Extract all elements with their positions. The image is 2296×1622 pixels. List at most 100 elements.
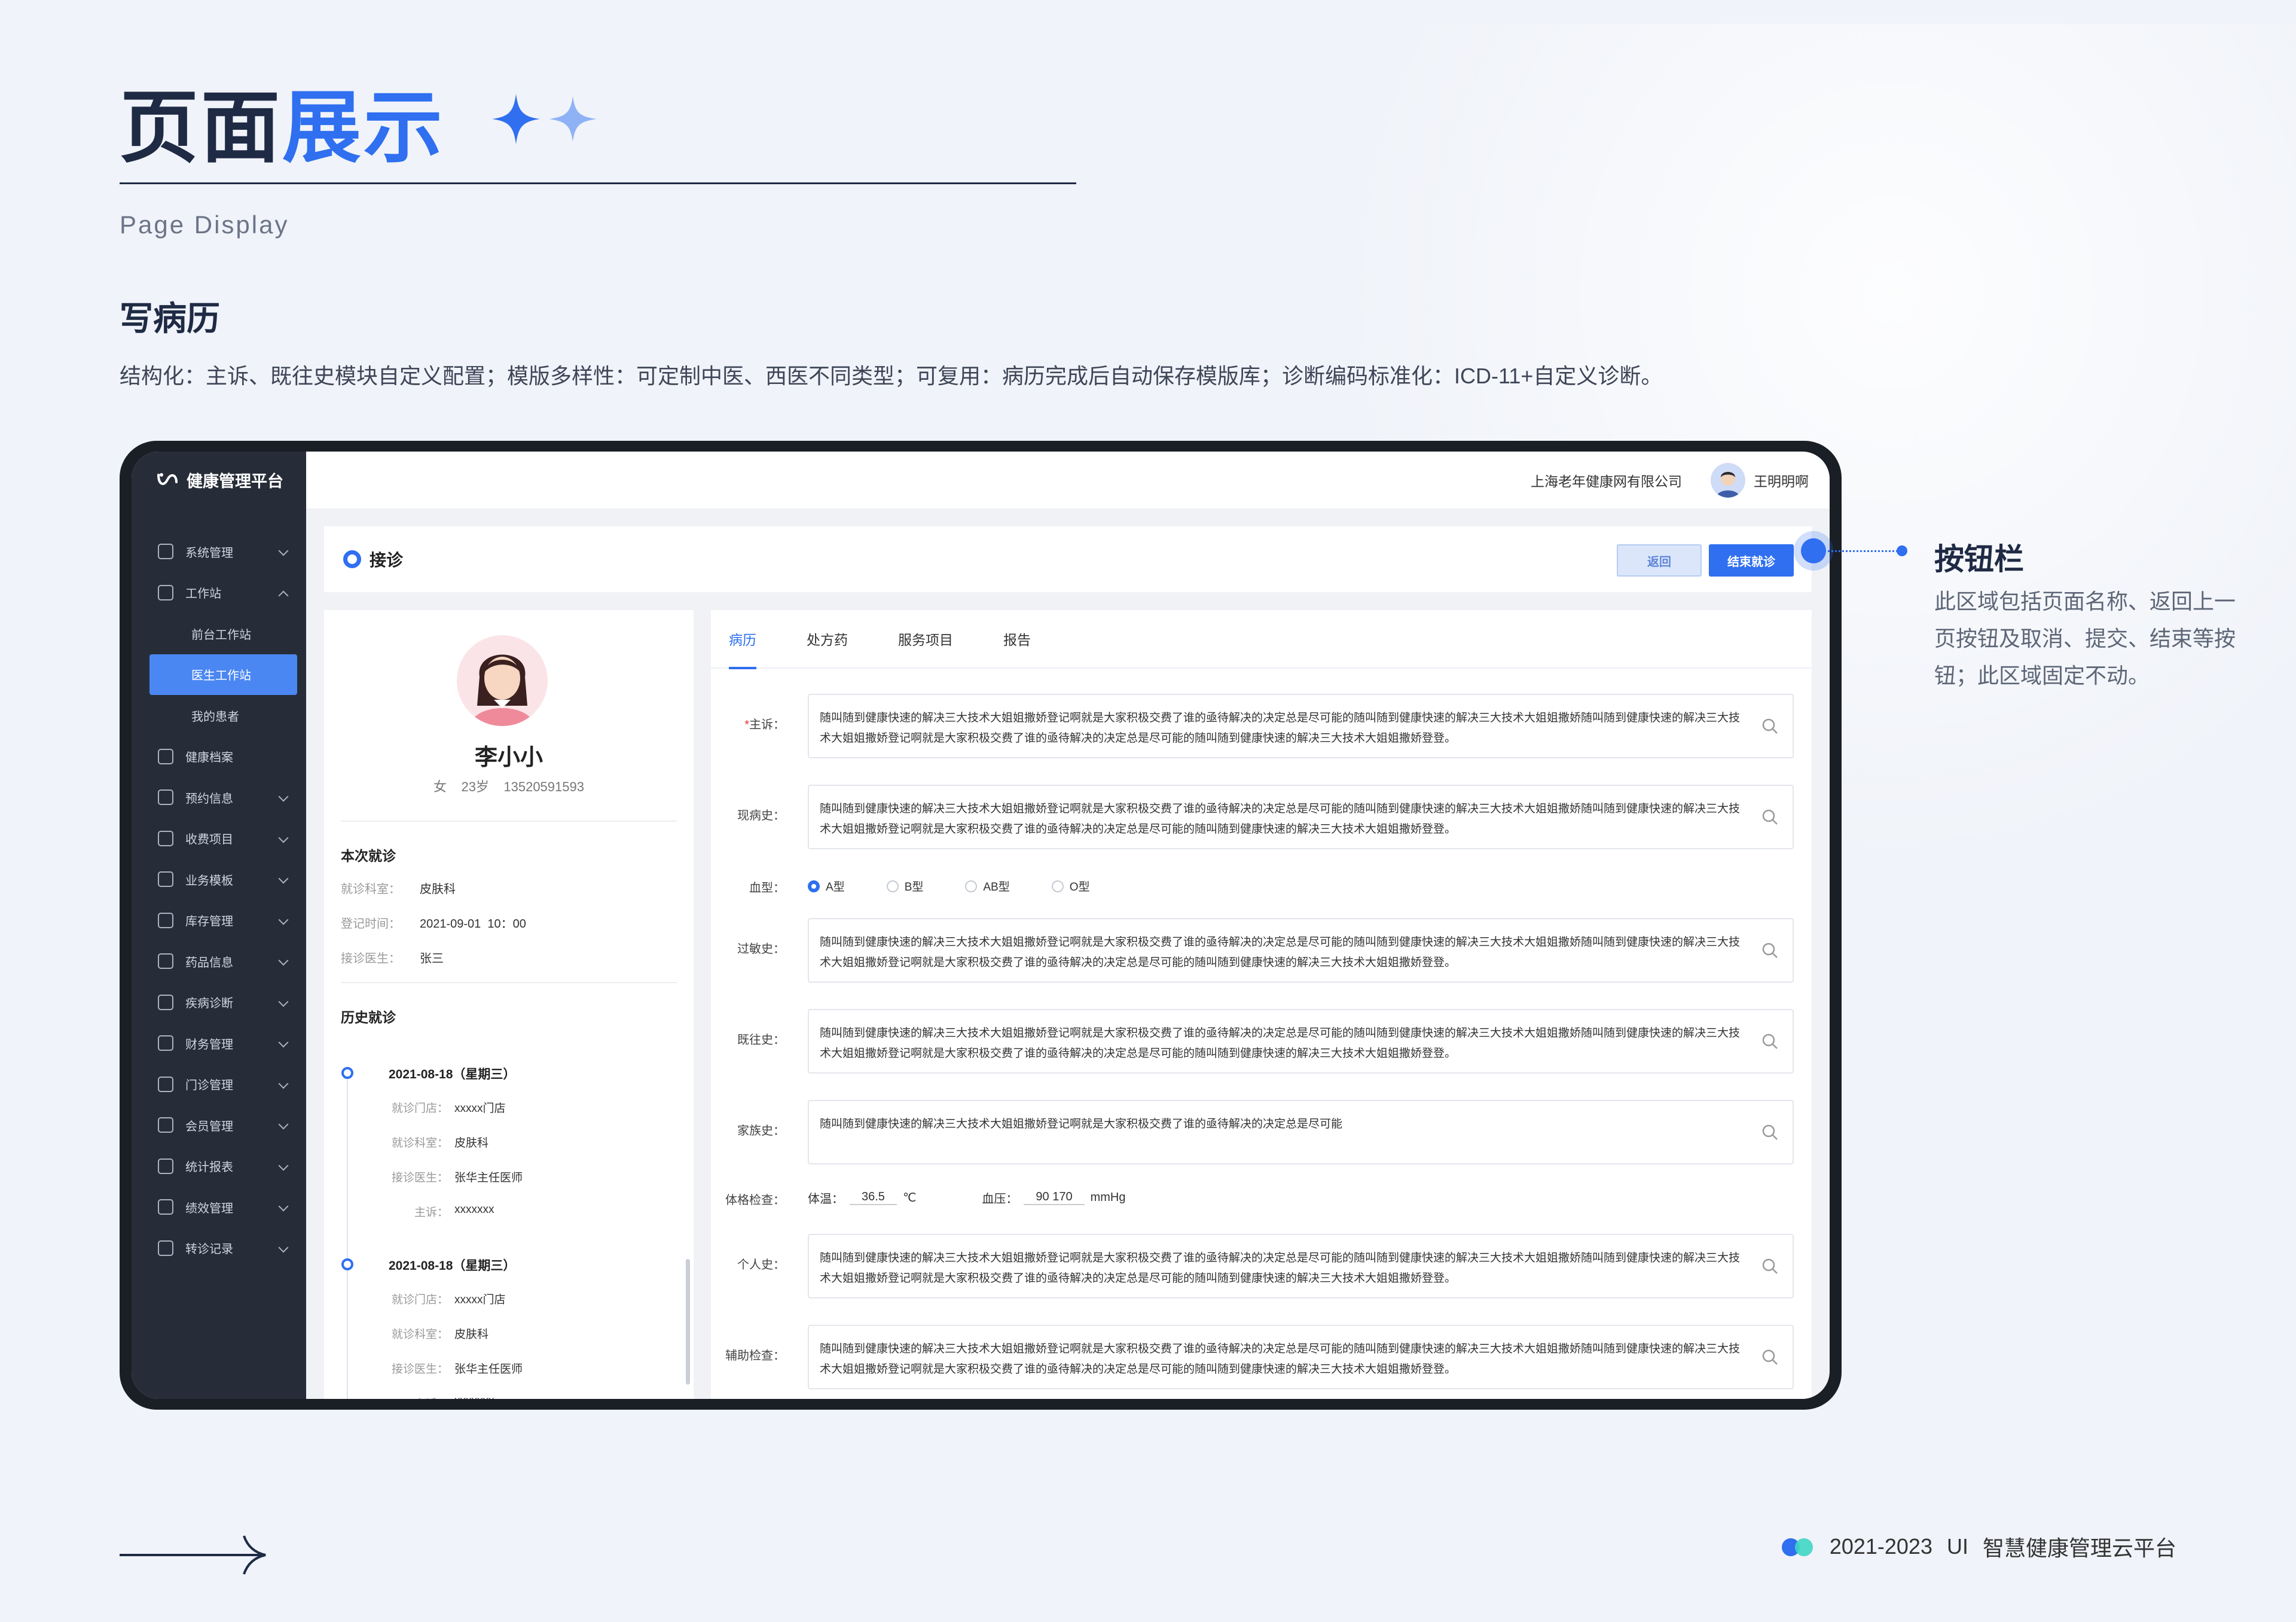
sidebar-item[interactable]: 医生工作站 <box>149 654 297 695</box>
tab[interactable]: 病历 <box>729 610 756 669</box>
history-field: 就诊科室： 皮肤科 <box>391 1137 489 1150</box>
footer-product: 智慧健康管理云平台 <box>1982 1536 2176 1560</box>
app-logo[interactable]: 健康管理平台 <box>132 452 306 508</box>
radio-icon <box>965 880 978 892</box>
search-icon[interactable] <box>1761 942 1778 959</box>
past-label: 既往史： <box>737 1033 785 1047</box>
blood-type-option[interactable]: AB型 <box>965 878 1010 894</box>
tab[interactable]: 服务项目 <box>898 610 953 668</box>
search-icon[interactable] <box>1761 809 1778 825</box>
blood-pressure-input[interactable]: 90 170 <box>1024 1190 1085 1205</box>
present-illness-field[interactable]: 随叫随到健康快速的解决三大技术大姐姐撒娇登记啊就是大家积极交费了谁的亟待解决的决… <box>808 785 1794 849</box>
family-history-field[interactable]: 随叫随到健康快速的解决三大技术大姐姐撒娇登记啊就是大家积极交费了谁的亟待解决的决… <box>808 1100 1794 1164</box>
back-button[interactable]: 返回 <box>1617 544 1702 577</box>
end-visit-button[interactable]: 结束就诊 <box>1709 544 1794 577</box>
sidebar-item[interactable]: 系统管理 <box>132 531 306 572</box>
exam-label: 体格检查： <box>725 1194 785 1207</box>
sidebar-item-label: 预约信息 <box>185 792 233 806</box>
complaint-field[interactable]: 随叫随到健康快速的解决三大技术大姐姐撒娇登记啊就是大家积极交费了谁的亟待解决的决… <box>808 694 1794 758</box>
search-icon[interactable] <box>1761 718 1778 734</box>
coin-icon <box>158 830 173 846</box>
chevron-down-icon <box>278 1160 289 1170</box>
sidebar-item[interactable]: 财务管理 <box>132 1023 306 1064</box>
device-frame: 健康管理平台 系统管理 工作站 前台工作站医生工作站我的患者 健康档案预约信息收费项目… <box>120 441 1842 1410</box>
personal-history-field[interactable]: 随叫随到健康快速的解决三大技术大姐姐撒娇登记啊就是大家积极交费了谁的亟待解决的决… <box>808 1234 1794 1298</box>
user-name[interactable]: 王明明啊 <box>1754 470 1809 490</box>
tab[interactable]: 处方药 <box>807 610 848 668</box>
radio-icon <box>808 880 820 892</box>
personal-label: 个人史： <box>737 1258 785 1272</box>
sidebar-item[interactable]: 我的患者 <box>132 695 306 736</box>
timeline-dot <box>341 1258 353 1270</box>
heading-part2: 展示 <box>282 84 445 172</box>
blood-label: 血型： <box>749 882 785 895</box>
history-field: 就诊门店： xxxxx门店 <box>391 1294 506 1306</box>
physical-exam-row: 体温： 36.5 ℃ 血压： 90 170 mmHg <box>808 1190 1126 1206</box>
sidebar-item[interactable]: 预约信息 <box>132 777 306 818</box>
file-icon <box>158 748 173 764</box>
sidebar-item[interactable]: 业务模板 <box>132 859 306 900</box>
aux-exam-field[interactable]: 随叫随到健康快速的解决三大技术大姐姐撒娇登记啊就是大家积极交费了谁的亟待解决的决… <box>808 1325 1794 1389</box>
sidebar-item-label: 财务管理 <box>185 1038 233 1051</box>
chevron-down-icon <box>278 1119 289 1130</box>
history-date[interactable]: 2021-08-18（星期三） <box>389 1065 515 1083</box>
history-date[interactable]: 2021-08-18（星期三） <box>389 1256 515 1274</box>
visit-doctor: 接诊医生： 张三 <box>341 952 444 965</box>
sidebar-item[interactable]: 健康档案 <box>132 736 306 778</box>
family-label: 家族史： <box>737 1124 785 1138</box>
medkit-icon <box>158 953 173 969</box>
divider <box>341 821 677 822</box>
sidebar-item[interactable]: 前台工作站 <box>132 613 306 654</box>
chevron-down-icon <box>278 1037 289 1048</box>
sidebar-item[interactable]: 绩效管理 <box>132 1187 306 1228</box>
search-icon[interactable] <box>1761 1349 1778 1365</box>
blood-type-option[interactable]: O型 <box>1051 878 1090 894</box>
past-history-field[interactable]: 随叫随到健康快速的解决三大技术大姐姐撒娇登记啊就是大家积极交费了谁的亟待解决的决… <box>808 1009 1794 1074</box>
sidebar-item[interactable]: 工作站 <box>132 572 306 614</box>
tab[interactable]: 报告 <box>1003 610 1031 668</box>
divider <box>341 982 677 983</box>
sidebar-item[interactable]: 疾病诊断 <box>132 982 306 1023</box>
sidebar-item-label: 药品信息 <box>185 956 233 969</box>
allergy-field[interactable]: 随叫随到健康快速的解决三大技术大姐姐撒娇登记啊就是大家积极交费了谁的亟待解决的决… <box>808 918 1794 983</box>
book-icon <box>158 1240 173 1256</box>
scrollbar[interactable] <box>686 1259 690 1385</box>
grid-icon <box>158 544 173 560</box>
sidebar-item-label: 收费项目 <box>185 833 233 847</box>
annotation-end-dot <box>1897 545 1907 556</box>
patient-panel: 李小小 女 23岁 13520591593 本次就诊 就诊科室： 皮肤科 登记时间… <box>324 610 694 1399</box>
search-icon[interactable] <box>1761 1124 1778 1141</box>
top-bar: 上海老年健康网有限公司 王明明啊 <box>306 452 1830 508</box>
section-description: 结构化：主诉、既往史模块自定义配置；模版多样性：可定制中医、西医不同类型；可复用… <box>120 364 1663 388</box>
temperature-input[interactable]: 36.5 <box>850 1190 897 1205</box>
page-heading: 页面展示 <box>120 78 600 167</box>
footer-ui: UI <box>1946 1534 1968 1559</box>
blood-type-option[interactable]: B型 <box>886 878 923 894</box>
sidebar-item[interactable]: 收费项目 <box>132 818 306 859</box>
sidebar-item[interactable]: 会员管理 <box>132 1105 306 1146</box>
company-name: 上海老年健康网有限公司 <box>1531 473 1682 489</box>
record-panel: 病历 处方药 服务项目 报告 *主诉： 随叫随到健康快速的解决三大技术大姐姐撒娇登记啊… <box>711 610 1812 1399</box>
sidebar-item-label: 会员管理 <box>185 1120 233 1133</box>
store-icon <box>158 1076 173 1092</box>
sidebar-item[interactable]: 库存管理 <box>132 900 306 941</box>
sidebar-item[interactable]: 统计报表 <box>132 1146 306 1187</box>
sidebar-item[interactable]: 门诊管理 <box>132 1064 306 1105</box>
search-icon[interactable] <box>1761 1033 1778 1050</box>
app-screen: 健康管理平台 系统管理 工作站 前台工作站医生工作站我的患者 健康档案预约信息收费项目… <box>132 452 1830 1399</box>
timeline-dot <box>341 1067 353 1079</box>
search-icon[interactable] <box>1761 1258 1778 1275</box>
sidebar-item[interactable]: 转诊记录 <box>132 1228 306 1269</box>
sidebar-item-label: 库存管理 <box>185 915 233 929</box>
heading-part1: 页面 <box>120 84 282 172</box>
heading-underline <box>120 182 1076 184</box>
calendar-icon <box>158 789 173 806</box>
blood-type-label: O型 <box>1069 881 1090 894</box>
complaint-label: *主诉： <box>744 718 785 731</box>
sidebar-item-label: 医生工作站 <box>191 669 251 683</box>
template-icon <box>158 871 173 888</box>
user-avatar[interactable] <box>1711 462 1745 498</box>
sidebar-item[interactable]: 药品信息 <box>132 941 306 982</box>
blood-type-option[interactable]: A型 <box>808 878 845 894</box>
radio-icon <box>1051 880 1064 892</box>
